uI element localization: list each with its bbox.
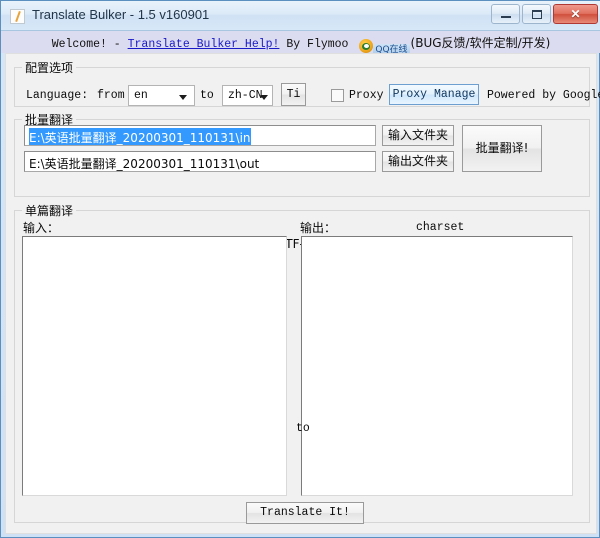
translate-it-button[interactable]: Translate It! xyxy=(246,502,364,524)
from-label: from xyxy=(97,89,125,102)
welcome-greeting: Welcome! - xyxy=(51,38,128,51)
qq-online-badge[interactable]: QQ在线 xyxy=(359,39,410,56)
target-language-select[interactable]: zh-CN xyxy=(222,85,273,106)
proxy-checkbox-label: Proxy xyxy=(349,89,384,102)
qq-penguin-icon xyxy=(359,39,374,53)
proxy-checkbox[interactable] xyxy=(331,89,344,102)
batch-output-path-field[interactable]: E:\英语批量翻译_20200301_110131\out xyxy=(24,151,376,172)
middle-to-label: to xyxy=(296,422,310,435)
welcome-note: (BUG反馈/软件定制/开发) xyxy=(410,36,551,50)
batch-output-path-value: E:\英语批量翻译_20200301_110131\out xyxy=(29,157,260,171)
config-group-title: 配置选项 xyxy=(22,59,77,76)
help-link[interactable]: Translate Bulker Help! xyxy=(128,38,280,51)
maximize-button[interactable] xyxy=(522,4,551,24)
language-label: Language: xyxy=(26,89,89,102)
maximize-icon xyxy=(532,10,542,19)
close-button[interactable]: ✕ xyxy=(553,4,598,24)
single-input-textarea[interactable] xyxy=(22,236,287,496)
single-group-title: 单篇翻译 xyxy=(22,202,77,219)
output-folder-button[interactable]: 输出文件夹 xyxy=(382,151,454,172)
batch-translate-button[interactable]: 批量翻译! xyxy=(462,125,542,172)
batch-input-path-value: E:\英语批量翻译_20200301_110131\in xyxy=(29,128,251,145)
source-language-select[interactable]: en xyxy=(128,85,195,106)
window-title: Translate Bulker - 1.5 v160901 xyxy=(32,7,210,22)
to-label: to xyxy=(200,89,214,102)
title-bar: Translate Bulker - 1.5 v160901 ✕ xyxy=(1,1,600,31)
ti-button[interactable]: Ti xyxy=(281,83,306,106)
single-output-label: 输出： xyxy=(300,221,337,235)
chevron-down-icon xyxy=(179,95,187,100)
chevron-down-icon xyxy=(260,95,268,100)
charset-label: charset xyxy=(416,221,465,234)
source-language-value: en xyxy=(134,89,148,102)
application-window: Translate Bulker - 1.5 v160901 ✕ Welcome… xyxy=(0,0,600,538)
welcome-banner: Welcome! - Translate Bulker Help! By Fly… xyxy=(1,31,600,56)
single-input-label: 输入： xyxy=(23,221,60,235)
minimize-icon xyxy=(501,16,511,18)
welcome-author: By Flymoo xyxy=(279,38,356,51)
target-language-value: zh-CN xyxy=(228,89,263,102)
window-controls: ✕ xyxy=(491,4,598,24)
batch-input-path-field[interactable]: E:\英语批量翻译_20200301_110131\in xyxy=(24,125,376,146)
minimize-button[interactable] xyxy=(491,4,520,24)
app-pencil-icon xyxy=(10,9,25,24)
proxy-manage-button[interactable]: Proxy Manage xyxy=(389,84,479,105)
single-output-textarea[interactable] xyxy=(301,236,573,496)
close-icon: ✕ xyxy=(570,7,581,21)
client-area: 配置选项 Language: from en to zh-CN Ti Proxy… xyxy=(5,53,600,534)
input-folder-button[interactable]: 输入文件夹 xyxy=(382,125,454,146)
powered-by-label: Powered by Google! xyxy=(487,89,600,102)
